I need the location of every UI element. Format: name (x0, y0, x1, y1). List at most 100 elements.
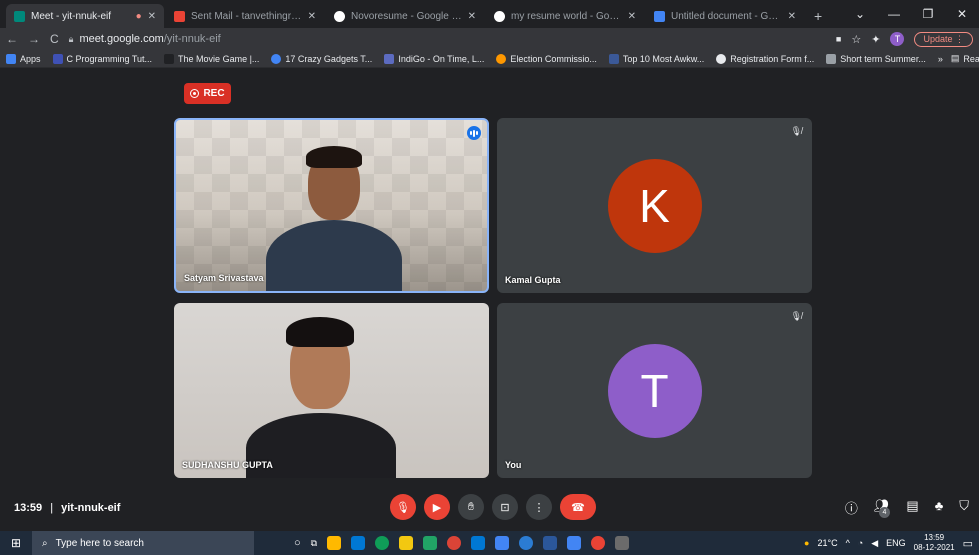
tab-title: Meet - yit-nnuk-eif (31, 10, 112, 22)
close-tab-icon[interactable]: ✕ (628, 11, 636, 22)
taskbar-search-box[interactable]: ⌕ Type here to search (32, 531, 254, 555)
google-favicon-icon (494, 10, 505, 22)
apps-grid-icon (6, 53, 16, 64)
lock-icon: 🔒︎ (68, 33, 74, 44)
participant-video-feed (246, 313, 396, 478)
tab-google-docs[interactable]: Untitled document - Google Do ✕ (646, 4, 804, 28)
participant-tile-avatar[interactable]: 🎙︎̸ K Kamal Gupta (497, 118, 812, 293)
close-tab-icon[interactable]: ✕ (788, 11, 796, 22)
tray-chevron-icon[interactable]: ^ (846, 538, 850, 548)
forward-arrow-icon[interactable]: → (28, 32, 40, 46)
participant-name: Kamal Gupta (505, 275, 561, 285)
present-icon: ⊡ (500, 501, 510, 514)
app-icon[interactable] (471, 536, 486, 550)
more-options-button[interactable]: ⋮ (526, 494, 552, 520)
chrome-icon[interactable] (519, 536, 534, 550)
profile-avatar[interactable]: T (890, 32, 905, 46)
chrome-icon[interactable] (447, 536, 462, 550)
taskbar-apps: ○ ⧉ (254, 536, 630, 550)
url-host: meet.google.com (79, 33, 164, 45)
reload-icon[interactable]: C (50, 32, 59, 46)
more-vert-icon: ⋮ (533, 501, 545, 514)
minimize-icon[interactable]: — (877, 0, 911, 28)
bookmark-item[interactable]: IndiGo - On Time, L... (384, 53, 484, 64)
tab-search-icon[interactable]: ⌄ (843, 0, 877, 28)
bookmark-item[interactable]: C Programming Tut... (52, 53, 152, 64)
camera-off-icon: ▶︎ (432, 501, 442, 514)
close-tab-icon[interactable]: ✕ (468, 11, 476, 22)
bookmark-item[interactable]: Registration Form f... (716, 53, 815, 64)
chrome-icon[interactable] (591, 536, 606, 550)
participant-name: You (505, 460, 522, 470)
calculator-icon[interactable] (495, 536, 510, 550)
address-toolbar: ← → C 🔒︎ meet.google.com/yit-nnuk-eif ■ … (0, 28, 979, 50)
mic-off-icon: 🎙︎̸ (790, 126, 802, 136)
participant-tile-self[interactable]: 🎙︎̸ T You (497, 303, 812, 478)
mic-off-button[interactable]: 🎙︎ (390, 494, 416, 520)
tab-google-search-1[interactable]: Novoresume - Google Search ✕ (326, 4, 484, 28)
gmail-favicon-icon (174, 10, 185, 22)
bookmark-item[interactable]: The Movie Game |... (164, 53, 260, 64)
more-bookmarks-button[interactable]: » (938, 54, 943, 64)
self-avatar: T (607, 343, 702, 438)
windows-start-icon[interactable]: ⊞ (0, 531, 32, 555)
cortana-icon[interactable]: ○ (294, 537, 301, 549)
bookmark-apps[interactable]: Apps (6, 53, 41, 64)
mail-icon[interactable] (351, 536, 366, 550)
host-controls-icon[interactable]: ⛉ (959, 498, 969, 525)
meeting-code: yit-nnuk-eif (61, 502, 121, 514)
people-icon[interactable]: 👥︎ 4 (874, 498, 890, 525)
reading-list-button[interactable]: ▤Reading list (951, 53, 979, 64)
separator: | (50, 502, 54, 514)
meeting-details-icon[interactable]: ⓘ (845, 498, 858, 525)
maximize-icon[interactable]: ❐ (911, 0, 945, 28)
window-controls: ⌄ — ❐ ✕ (843, 0, 979, 28)
participant-video-feed (266, 146, 402, 291)
app-icon[interactable] (567, 536, 582, 550)
hang-up-icon: ☎︎ (571, 501, 585, 514)
close-tab-icon[interactable]: ✕ (148, 11, 156, 22)
weather-temp[interactable]: 21°C (817, 538, 837, 548)
tab-google-search-2[interactable]: my resume world - Google Sear ✕ (486, 4, 644, 28)
raise-hand-icon: ✋︎ (467, 500, 475, 513)
leave-call-button[interactable]: ☎︎ (560, 494, 596, 520)
app-icon[interactable] (399, 536, 414, 550)
bookmark-label: The Movie Game |... (178, 53, 260, 64)
participant-tile-video[interactable]: Satyam Srivastava (174, 118, 489, 293)
extensions-icon[interactable]: ✦ (871, 33, 880, 46)
language-indicator[interactable]: ENG (886, 538, 906, 548)
new-tab-button[interactable]: + (806, 4, 830, 28)
bookmark-item[interactable]: 17 Crazy Gadgets T... (271, 53, 372, 64)
camera-in-use-icon[interactable]: ■ (836, 34, 841, 44)
notifications-icon[interactable]: ▭ (963, 537, 973, 550)
tab-gmail[interactable]: Sent Mail - tanvethingra.014141 ✕ (166, 4, 324, 28)
bookmark-item[interactable]: Election Commissio... (496, 53, 597, 64)
weather-icon: ● (804, 538, 810, 548)
word-icon[interactable] (543, 536, 558, 550)
excel-icon[interactable] (423, 536, 438, 550)
task-view-icon[interactable]: ⧉ (311, 538, 317, 549)
tab-meet[interactable]: Meet - yit-nnuk-eif ● ✕ (6, 4, 164, 28)
camera-off-button[interactable]: ▶︎ (424, 494, 450, 520)
back-arrow-icon[interactable]: ← (6, 32, 18, 46)
file-explorer-icon[interactable] (327, 536, 342, 550)
present-screen-button[interactable]: ⊡ (492, 494, 518, 520)
bookmark-item[interactable]: Top 10 Most Awkw... (608, 53, 704, 64)
participant-tile-video[interactable]: SUDHANSHU GUPTA (174, 303, 489, 478)
reading-list-label: Reading list (963, 53, 979, 64)
clock[interactable]: 13:59 08-12-2021 (914, 533, 955, 553)
app-icon[interactable] (615, 536, 630, 550)
network-icon[interactable]: ◔ (858, 538, 863, 548)
bookmark-item[interactable]: Short term Summer... (826, 53, 926, 64)
raise-hand-button[interactable]: ✋︎ (458, 494, 484, 520)
volume-icon[interactable]: ◀︎ (871, 538, 878, 549)
update-button[interactable]: Update ⋮ (914, 31, 973, 47)
chat-icon[interactable]: ▤ (906, 498, 918, 525)
bookmark-label: Registration Form f... (730, 53, 815, 64)
edge-icon[interactable] (375, 536, 390, 550)
bookmark-star-icon[interactable]: ☆ (851, 33, 861, 46)
address-bar[interactable]: 🔒︎ meet.google.com/yit-nnuk-eif (69, 33, 826, 45)
activities-icon[interactable]: ♣︎ (935, 498, 944, 525)
close-tab-icon[interactable]: ✕ (308, 11, 316, 22)
close-window-icon[interactable]: ✕ (945, 0, 979, 28)
